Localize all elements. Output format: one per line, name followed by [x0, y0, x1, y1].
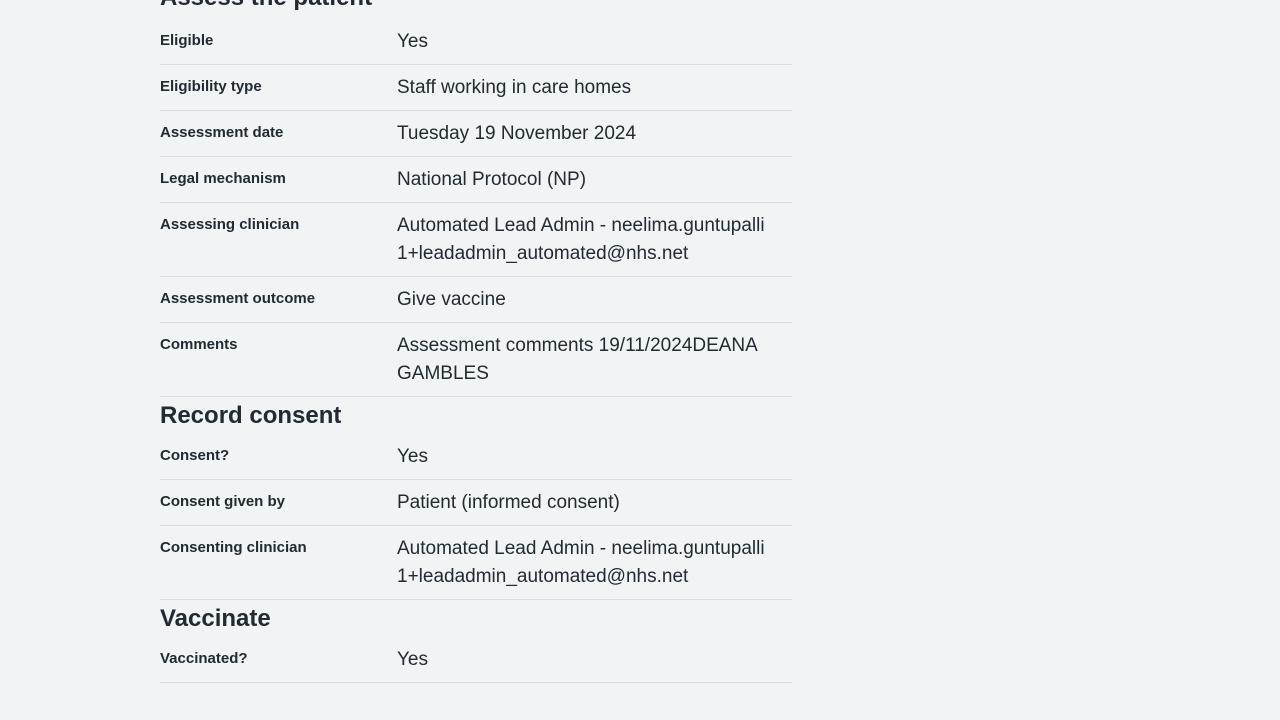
- row-key: Assessment outcome: [160, 290, 316, 307]
- row-value: Automated Lead Admin - neelima.guntupall…: [397, 215, 765, 264]
- summary-row-eligibility-type: Eligibility type Staff working in care h…: [160, 65, 792, 111]
- summary-list-consent: Consent? Yes Consent given by Patient (i…: [160, 434, 792, 600]
- summary-row-consent: Consent? Yes: [160, 434, 792, 480]
- row-value: Tuesday 19 November 2024: [397, 123, 637, 144]
- row-value: Give vaccine: [397, 289, 506, 310]
- row-key: Vaccinated?: [160, 650, 248, 667]
- summary-list-assess: Eligible Yes Eligibility type Staff work…: [160, 19, 792, 397]
- section-title-assess: Assess the patient: [160, 0, 792, 19]
- row-key: Comments: [160, 336, 238, 353]
- row-value: Yes: [397, 649, 428, 670]
- row-value: Yes: [397, 446, 428, 467]
- summary-row-vaccinated: Vaccinated? Yes: [160, 637, 792, 683]
- row-value: Staff working in care homes: [397, 77, 632, 98]
- summary-list-vaccinate: Vaccinated? Yes: [160, 637, 792, 683]
- summary-row-consent-given-by: Consent given by Patient (informed conse…: [160, 480, 792, 526]
- row-value: Automated Lead Admin - neelima.guntupall…: [397, 538, 765, 587]
- row-value: Yes: [397, 31, 428, 52]
- summary-row-assessing-clinician: Assessing clinician Automated Lead Admin…: [160, 203, 792, 277]
- row-value: Patient (informed consent): [397, 492, 620, 513]
- section-title-consent: Record consent: [160, 402, 342, 429]
- row-key: Assessing clinician: [160, 216, 300, 233]
- row-value: National Protocol (NP): [397, 169, 587, 190]
- section-title-vaccinate: Vaccinate: [160, 605, 271, 632]
- row-key: Eligible: [160, 32, 214, 49]
- row-key: Eligibility type: [160, 78, 262, 95]
- summary-row-eligible: Eligible Yes: [160, 19, 792, 65]
- summary-row-assessment-outcome: Assessment outcome Give vaccine: [160, 277, 792, 323]
- row-key: Consenting clinician: [160, 539, 307, 556]
- row-value: Assessment comments 19/11/2024DEANA GAMB…: [397, 335, 757, 384]
- row-key: Consent?: [160, 447, 230, 464]
- row-key: Assessment date: [160, 124, 284, 141]
- summary-row-assessment-date: Assessment date Tuesday 19 November 2024: [160, 111, 792, 157]
- summary-row-comments: Comments Assessment comments 19/11/2024D…: [160, 323, 792, 397]
- summary-row-legal-mechanism: Legal mechanism National Protocol (NP): [160, 157, 792, 203]
- summary-row-consenting-clinician: Consenting clinician Automated Lead Admi…: [160, 526, 792, 600]
- summary-container: Assess the patient Eligible Yes Eligibil…: [160, 0, 792, 683]
- row-key: Legal mechanism: [160, 170, 286, 187]
- row-key: Consent given by: [160, 493, 286, 510]
